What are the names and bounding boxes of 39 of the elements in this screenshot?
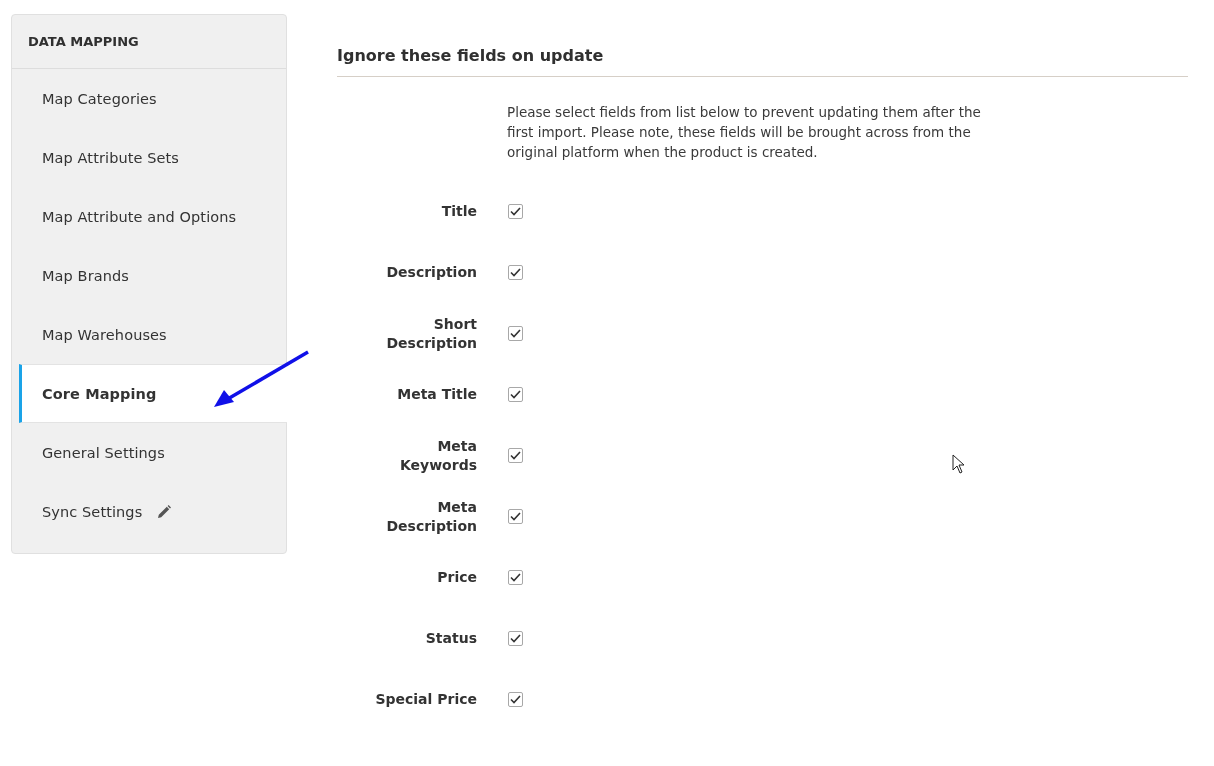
field-label: Price <box>436 568 477 587</box>
field-label: Meta Keywords <box>398 436 477 475</box>
checkbox[interactable] <box>508 570 523 585</box>
sidebar-item[interactable]: Sync Settings <box>19 482 286 541</box>
field-label: Meta Title <box>396 385 477 404</box>
pencil-icon <box>156 503 173 520</box>
sidebar-item[interactable]: Map Warehouses <box>19 305 286 364</box>
sidebar-item[interactable]: General Settings <box>19 423 286 482</box>
checkbox[interactable] <box>508 509 523 524</box>
field-label: Description <box>385 263 477 282</box>
checkbox[interactable] <box>508 387 523 402</box>
field-label: Meta Description <box>385 497 477 536</box>
mouse-cursor-icon <box>952 454 965 474</box>
sidebar-item-label: Sync Settings <box>42 503 143 520</box>
sidebar-item[interactable]: Map Attribute and Options <box>19 187 286 246</box>
checkbox[interactable] <box>508 631 523 646</box>
field-label: Status <box>424 629 477 648</box>
sidebar-item[interactable]: Map Attribute Sets <box>19 128 286 187</box>
sidebar-item-label: Core Mapping <box>42 385 157 402</box>
checkbox[interactable] <box>508 204 523 219</box>
checkbox[interactable] <box>508 326 523 341</box>
sidebar-item-label: Map Warehouses <box>42 326 167 343</box>
section-title: Ignore these fields on update <box>337 46 1188 77</box>
sidebar-item[interactable]: Map Categories <box>19 69 286 128</box>
section-description: Please select fields from list below to prevent updating them after the first import. Please note, these fields will be brought across from the original platform when the product is created. <box>507 103 982 162</box>
checkbox[interactable] <box>508 692 523 707</box>
sidebar-item[interactable]: Core Mapping <box>19 364 287 423</box>
sidebar-title: DATA MAPPING <box>12 15 286 69</box>
sidebar-item-label: Map Attribute and Options <box>42 208 237 225</box>
sidebar-item-label: Map Brands <box>42 267 129 284</box>
field-label: Title <box>440 202 477 221</box>
checkbox[interactable] <box>508 265 523 280</box>
field-label: Short Description <box>385 314 477 353</box>
sidebar-item-label: Map Attribute Sets <box>42 149 179 166</box>
checkbox[interactable] <box>508 448 523 463</box>
field-label: Special Price <box>374 690 477 709</box>
sidebar-item-label: Map Categories <box>42 90 157 107</box>
sidebar-item[interactable]: Map Brands <box>19 246 286 305</box>
sidebar-item-label: General Settings <box>42 444 165 461</box>
